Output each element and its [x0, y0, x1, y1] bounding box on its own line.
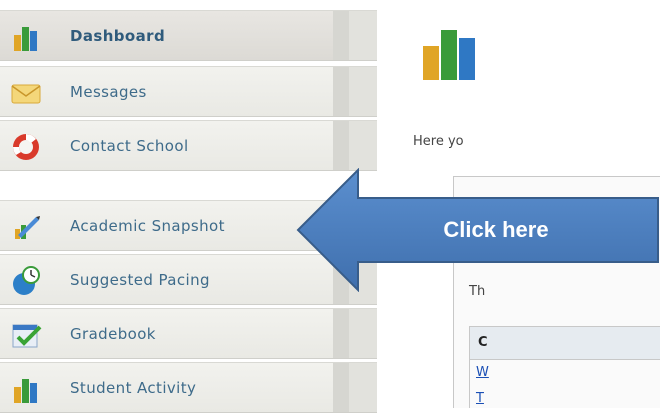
course-table: C W T [469, 326, 660, 408]
sidebar-item-contact-school[interactable]: Contact School [0, 120, 377, 171]
table-header: C [470, 327, 660, 360]
dashboard-logo-icon [423, 30, 475, 80]
sidebar-divider [349, 121, 377, 170]
sidebar-divider [333, 309, 349, 358]
sidebar-item-student-activity[interactable]: Student Activity [0, 362, 377, 413]
sidebar-divider [349, 11, 377, 60]
sidebar-divider [333, 67, 349, 116]
sidebar-item-gradebook[interactable]: Gradebook [0, 308, 377, 359]
lifebuoy-icon [13, 134, 39, 160]
click-here-callout: Click here [296, 168, 660, 292]
sidebar-divider [349, 67, 377, 116]
sidebar-divider [349, 363, 377, 412]
sidebar-divider [333, 11, 349, 60]
sidebar-item-label: Contact School [70, 137, 189, 155]
sidebar-item-label: Academic Snapshot [70, 217, 225, 235]
sidebar-item-label: Suggested Pacing [70, 271, 210, 289]
sidebar-divider [333, 363, 349, 412]
sidebar-item-label: Student Activity [70, 379, 197, 397]
sidebar-divider [349, 309, 377, 358]
intro-text: Here yo [413, 134, 464, 149]
checkmark-icon [12, 324, 42, 348]
sidebar-item-messages[interactable]: Messages [0, 66, 377, 117]
table-link[interactable]: W [476, 365, 489, 380]
table-link[interactable]: T [476, 391, 484, 406]
sidebar-item-label: Gradebook [70, 325, 156, 343]
sidebar-divider [333, 121, 349, 170]
sidebar-item-dashboard[interactable]: Dashboard [0, 10, 377, 61]
sidebar-item-label: Dashboard [70, 27, 166, 45]
bar-chart-icon [14, 379, 37, 403]
pencil-chart-icon [15, 216, 40, 239]
envelope-icon [11, 84, 41, 104]
bar-chart-icon [14, 27, 37, 51]
clock-globe-icon [13, 266, 40, 295]
callout-label: Click here [443, 217, 549, 242]
sidebar-item-label: Messages [70, 83, 147, 101]
